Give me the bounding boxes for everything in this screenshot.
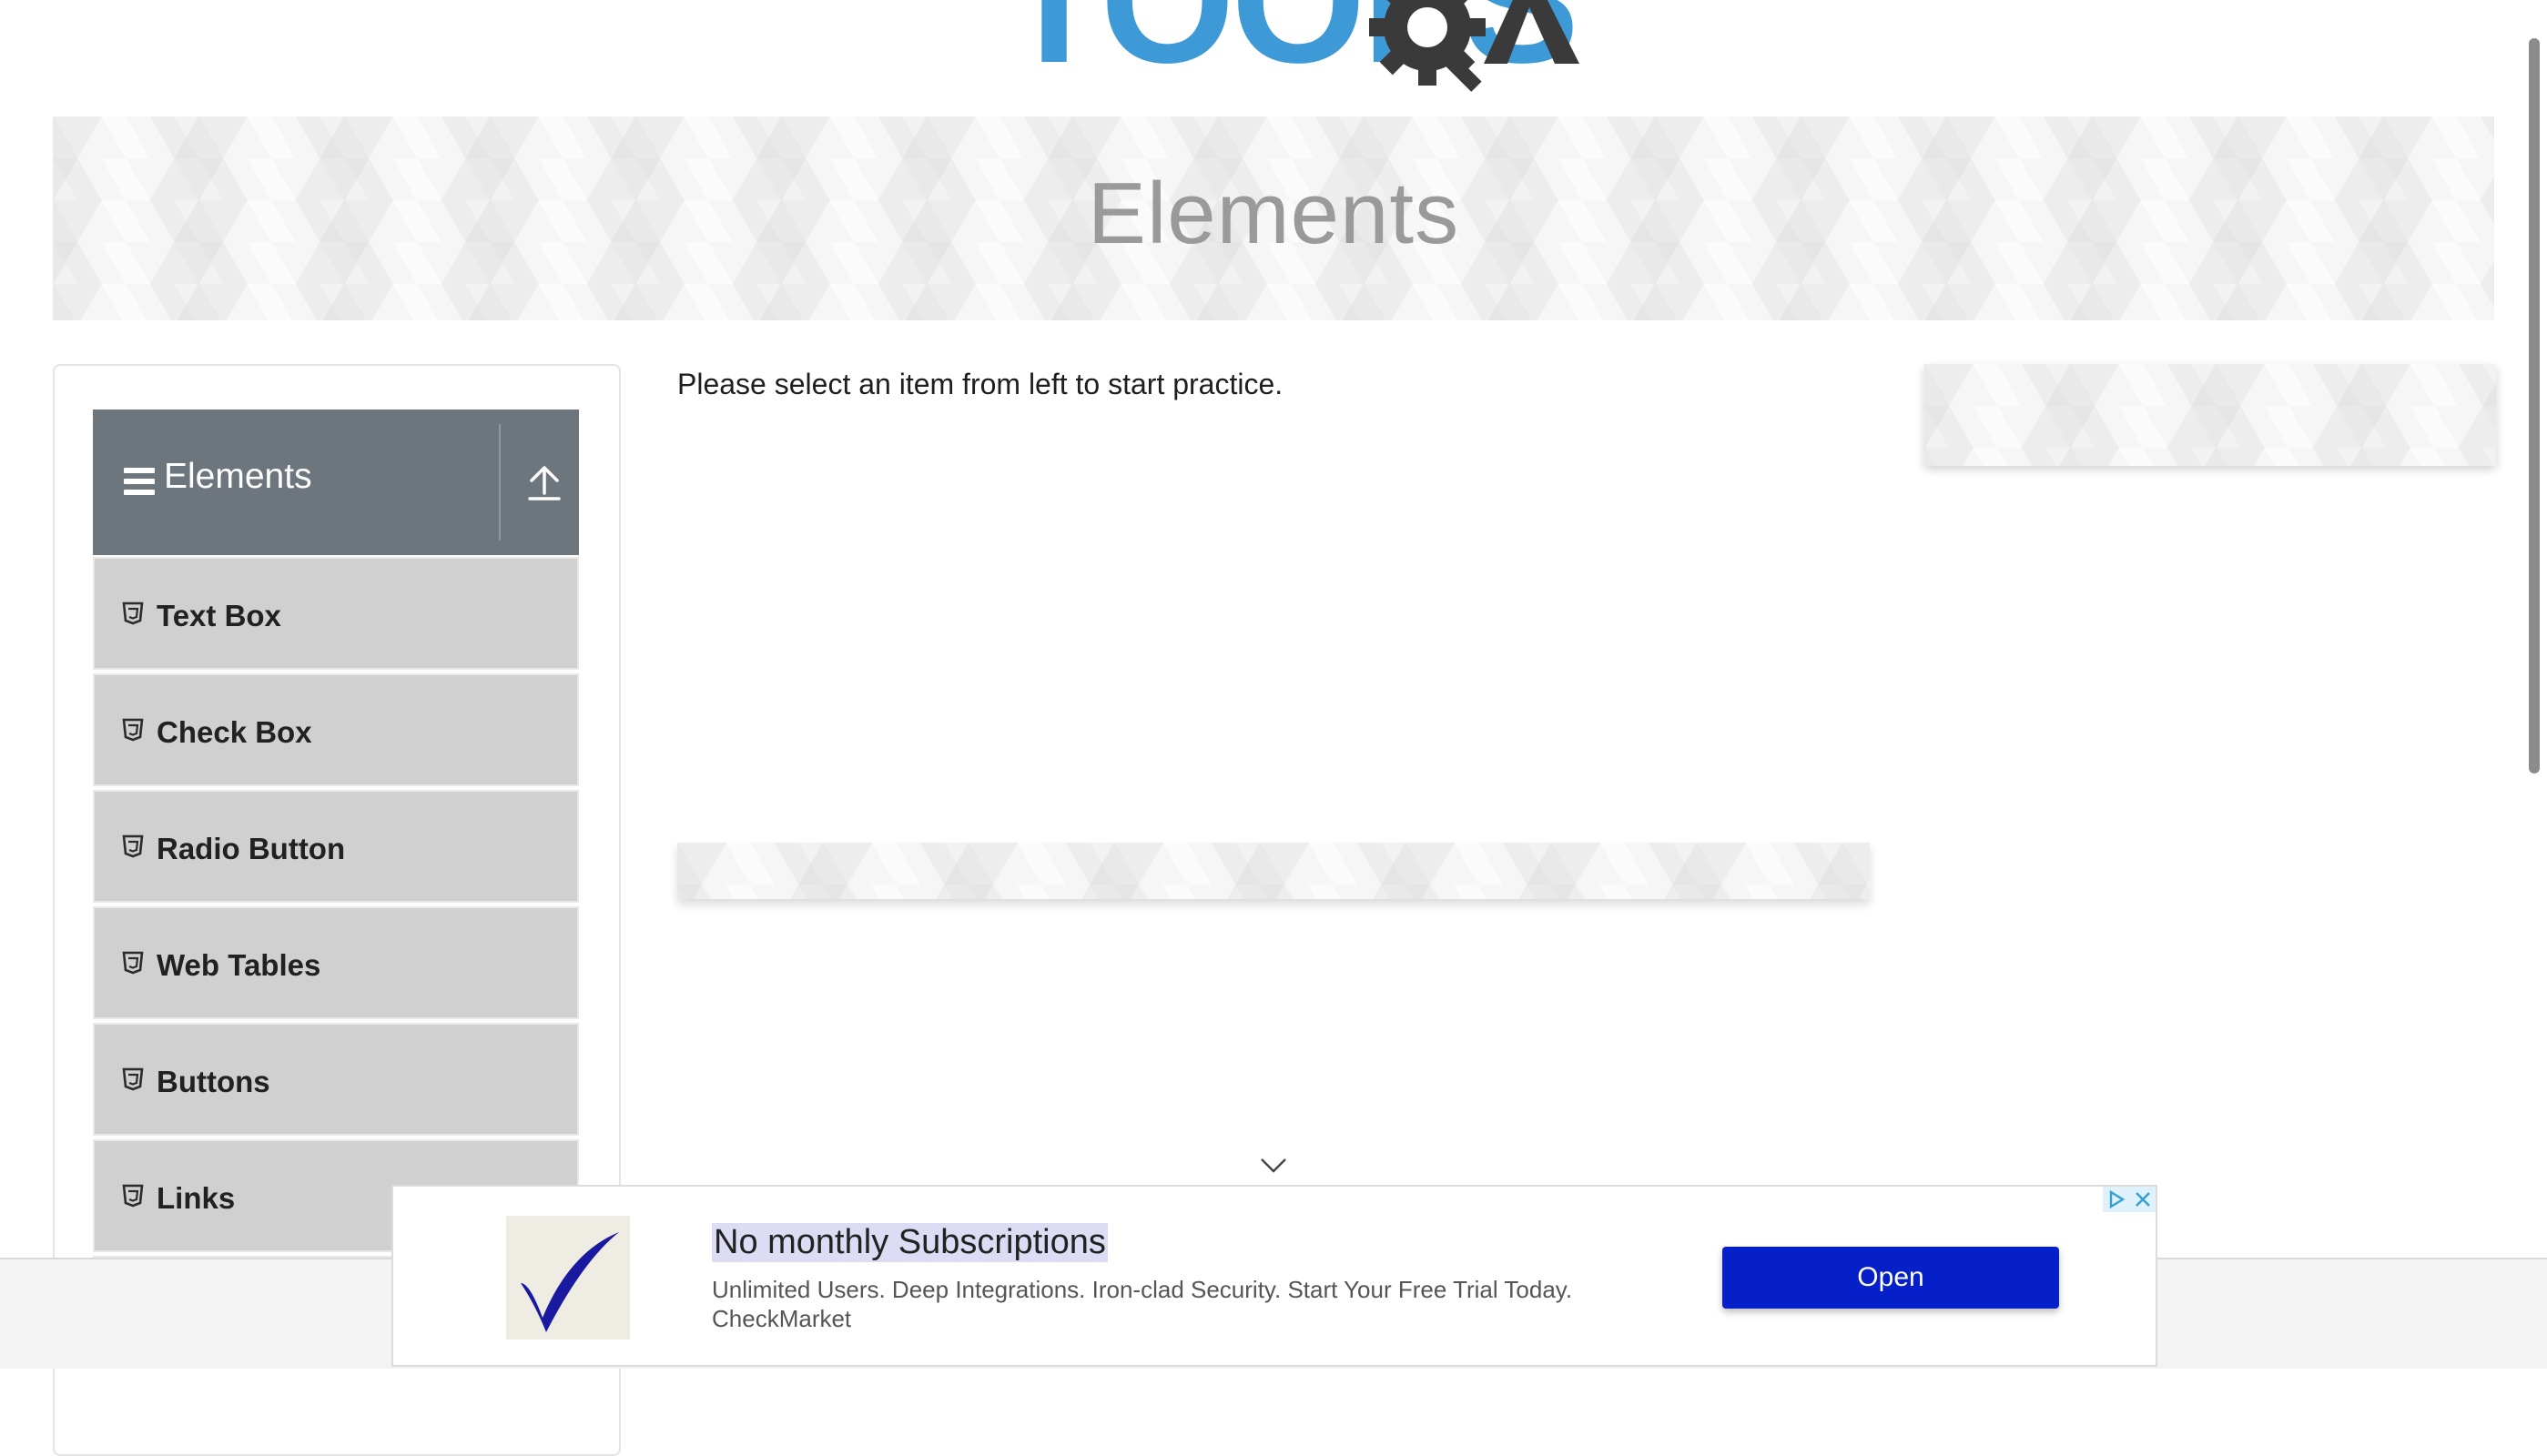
ad-description: Unlimited Users. Deep Integrations. Iron… <box>712 1276 1573 1303</box>
sidebar-item-web-tables[interactable]: Web Tables <box>93 906 579 1019</box>
sidebar-item-buttons[interactable]: Buttons <box>93 1023 579 1136</box>
checkmark-icon[interactable] <box>506 1216 630 1340</box>
toolsqa-logo[interactable]: TOOLS <box>965 0 1584 100</box>
close-icon[interactable] <box>2130 1187 2156 1212</box>
ad-advertiser: CheckMarket <box>712 1305 852 1332</box>
html5-shield-icon <box>122 1184 144 1208</box>
html5-shield-icon <box>122 602 144 625</box>
bottom-advertisement[interactable]: No monthly Subscriptions Unlimited Users… <box>391 1185 2157 1367</box>
upload-arrow-icon[interactable] <box>526 462 563 502</box>
html5-shield-icon <box>122 951 144 975</box>
html5-shield-icon <box>122 1067 144 1091</box>
page-title: Elements <box>1087 165 1460 262</box>
vertical-scrollbar[interactable] <box>2529 38 2540 774</box>
sidebar-item-label: Radio Button <box>157 832 346 865</box>
hamburger-icon <box>124 468 155 495</box>
sidebar-item-label: Web Tables <box>157 948 321 982</box>
html5-shield-icon <box>122 834 144 858</box>
sidebar-group-elements[interactable]: Elements <box>93 410 579 555</box>
sidebar-item-text-box[interactable]: Text Box <box>93 557 579 670</box>
sidebar-item-label: Text Box <box>157 599 281 632</box>
chevron-down-icon[interactable] <box>1260 1158 1287 1174</box>
sidebar-item-label: Buttons <box>157 1065 270 1098</box>
intro-text: Please select an item from left to start… <box>677 368 1284 400</box>
sidebar-item-label: Links <box>157 1181 236 1215</box>
adchoices-icon[interactable] <box>2103 1187 2130 1212</box>
sidebar-item-radio-button[interactable]: Radio Button <box>93 790 579 903</box>
ad-slot-right <box>1924 364 2496 466</box>
ad-open-button[interactable]: Open <box>1722 1247 2059 1309</box>
sidebar-group-title: Elements <box>164 457 312 496</box>
html5-shield-icon <box>122 718 144 742</box>
ad-slot-middle <box>677 843 1870 899</box>
header-divider <box>499 424 501 541</box>
svg-text:TOOLS: TOOLS <box>1001 0 1576 99</box>
page-banner: Elements <box>53 116 2494 320</box>
sidebar-item-label: Check Box <box>157 715 312 749</box>
ad-headline[interactable]: No monthly Subscriptions <box>712 1223 1108 1262</box>
sidebar-item-check-box[interactable]: Check Box <box>93 673 579 786</box>
